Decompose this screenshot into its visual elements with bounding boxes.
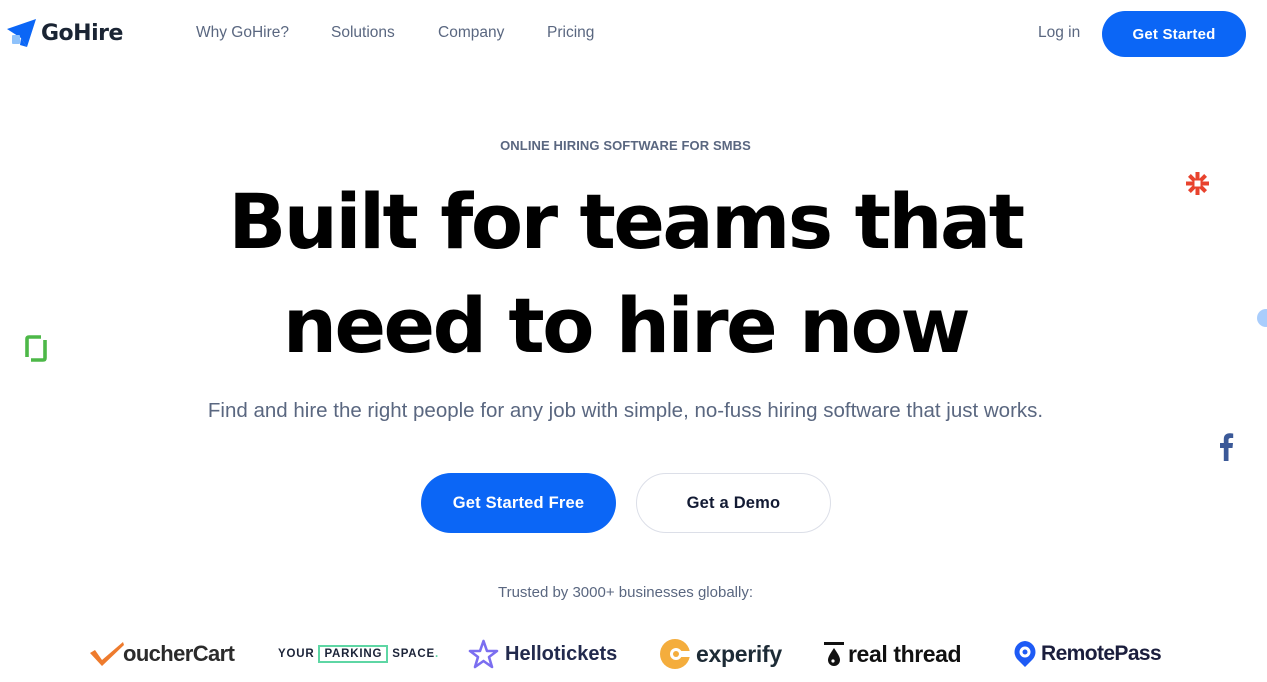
logo-real-thread: real thread [824, 636, 962, 672]
get-started-free-button[interactable]: Get Started Free [421, 473, 616, 533]
vouchercart-check-icon [90, 642, 124, 666]
trusted-by-text: Trusted by 3000+ businesses globally: [497, 584, 753, 601]
real-thread-wordmark: real thread [848, 640, 962, 667]
nav-solutions[interactable]: Solutions [331, 24, 395, 42]
remotepass-wordmark: RemotePass [1041, 642, 1162, 665]
experify-c-icon [660, 639, 691, 669]
logo-remotepass: RemotePass [1013, 636, 1162, 672]
logo-your-parking-space: YOUR PARKING SPACE. [278, 636, 439, 672]
vouchercart-wordmark: oucherCart [123, 641, 235, 666]
nav-why-gohire[interactable]: Why GoHire? [196, 24, 289, 42]
logo-hellotickets: Hellotickets [468, 636, 617, 672]
experify-wordmark: experify [696, 640, 782, 667]
glassdoor-icon [25, 335, 47, 362]
remotepass-pin-icon [1014, 641, 1036, 667]
nav-company[interactable]: Company [438, 24, 504, 42]
yps-space: SPACE [392, 648, 435, 660]
logo-vouchercart: oucherCart [89, 636, 235, 672]
yps-dot: . [435, 648, 439, 660]
hero-eyebrow: ONLINE HIRING SOFTWARE FOR SMBS [500, 138, 751, 153]
logo-experify: experify [659, 636, 782, 672]
gohire-paper-plane-icon [7, 19, 36, 47]
headline-line-2: need to hire now [282, 281, 971, 370]
hero-subhead: Find and hire the right people for any j… [207, 399, 1044, 422]
facebook-icon [1220, 433, 1234, 461]
site-header: GoHire Why GoHire? Solutions Company Pri… [0, 0, 1267, 68]
hellotickets-wordmark: Hellotickets [505, 642, 618, 665]
zapier-icon [1186, 172, 1209, 195]
real-thread-drop-icon [824, 642, 844, 666]
headline-line-1: Built for teams that [228, 177, 1025, 266]
yps-your: YOUR [278, 648, 315, 660]
cta-group: Get Started Free Get a Demo [421, 473, 831, 533]
get-a-demo-button[interactable]: Get a Demo [636, 473, 831, 533]
hero-headline: Built for teams that need to hire now [0, 170, 1251, 378]
brand-name: GoHire [41, 20, 123, 46]
yps-parking: PARKING [318, 645, 389, 663]
login-link[interactable]: Log in [1038, 24, 1080, 42]
get-started-button[interactable]: Get Started [1102, 11, 1246, 57]
blue-circle-decoration [1257, 309, 1267, 327]
yps-wordmark: YOUR PARKING SPACE. [278, 645, 439, 663]
nav-pricing[interactable]: Pricing [547, 24, 594, 42]
gohire-logo[interactable]: GoHire [6, 18, 123, 48]
hellotickets-star-icon [468, 639, 499, 669]
